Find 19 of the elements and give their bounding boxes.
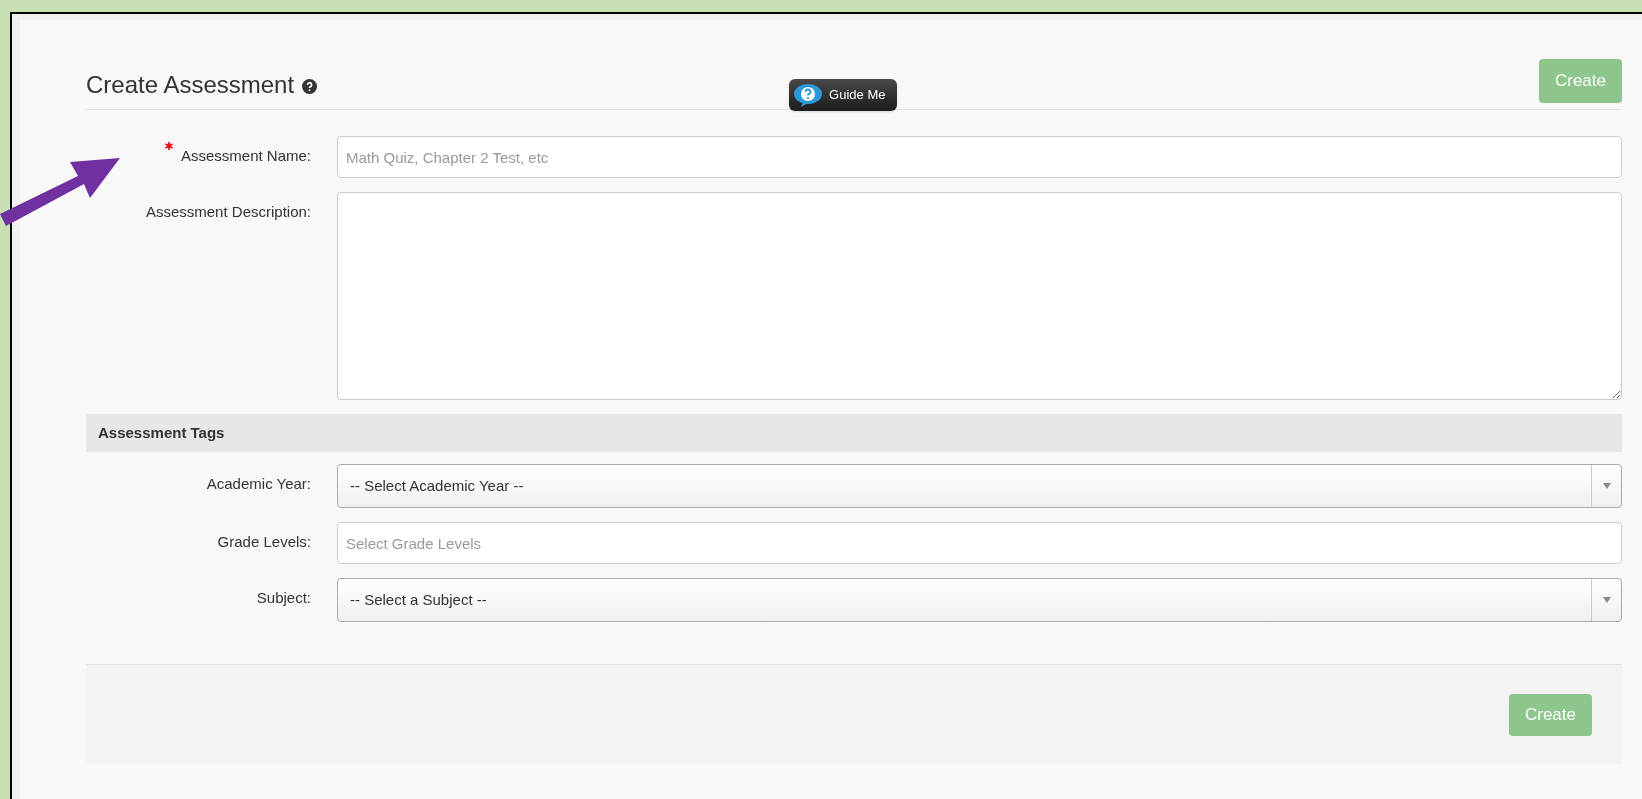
question-bubble-icon bbox=[793, 82, 824, 107]
text-field[interactable]: Select Grade Levels bbox=[337, 522, 1622, 564]
field-label: Academic Year: bbox=[206, 474, 311, 494]
page-title: Create Assessment bbox=[86, 69, 295, 100]
field-label: Assessment Name: bbox=[180, 146, 311, 166]
select-value: -- Select Academic Year -- bbox=[349, 475, 525, 496]
section-title: Assessment Tags bbox=[98, 422, 225, 443]
help-icon bbox=[302, 79, 318, 94]
field-label: Subject: bbox=[256, 588, 311, 608]
field-label: Assessment Description: bbox=[145, 202, 311, 222]
select-dropdown[interactable]: -- Select Academic Year -- bbox=[337, 464, 1622, 508]
select-value: -- Select a Subject -- bbox=[349, 589, 488, 610]
guide-me-button[interactable]: Guide Me bbox=[789, 78, 898, 111]
field-label: Grade Levels: bbox=[217, 532, 311, 552]
dropdown-caret-icon bbox=[1602, 597, 1611, 603]
description-field[interactable] bbox=[337, 192, 1622, 400]
select-dropdown[interactable]: -- Select a Subject -- bbox=[337, 578, 1622, 622]
text-field[interactable]: Math Quiz, Chapter 2 Test, etc bbox=[337, 136, 1622, 178]
dropdown-caret-icon bbox=[1602, 483, 1611, 489]
